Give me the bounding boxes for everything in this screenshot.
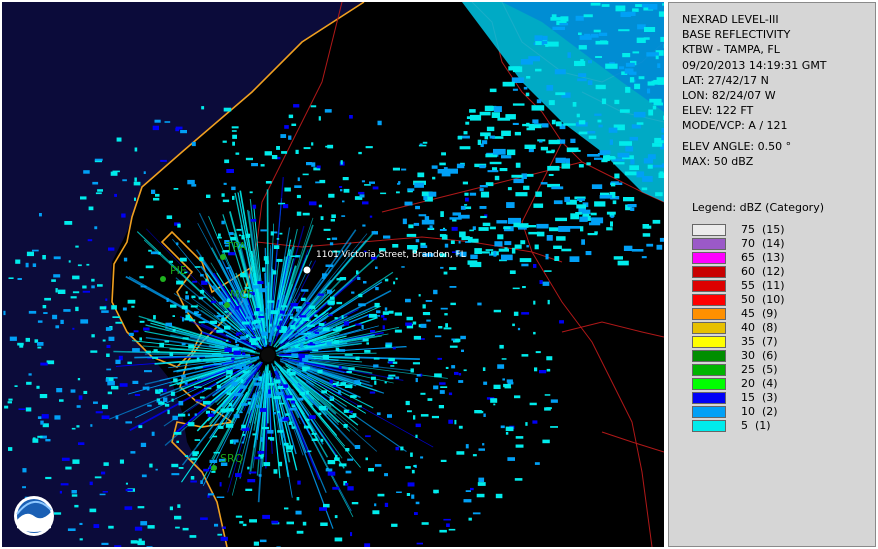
station-dot-srq [211, 465, 217, 471]
info-line-4: LAT: 27/42/17 N [682, 73, 769, 87]
legend-title: Legend: dBZ (Category) [692, 201, 824, 214]
station-dot-mcf [224, 302, 230, 308]
info-panel: Legend: dBZ (Category) 75 (15) 70 (14) 65 … [668, 2, 876, 547]
station-dot-pie [160, 276, 166, 282]
legend-label: 30 (6) [741, 349, 778, 362]
legend-swatch [692, 350, 726, 362]
info-line-5: LON: 82/24/07 W [682, 89, 776, 102]
info-line-1: BASE REFLECTIVITY [682, 28, 791, 42]
legend-label: 20 (4) [741, 377, 778, 390]
legend-label: 35 (7) [741, 335, 778, 348]
legend-label: 55 (11) [741, 279, 785, 292]
legend-swatch [692, 392, 726, 404]
radar-site-marker [261, 348, 275, 362]
legend-label: 40 (8) [741, 321, 778, 334]
info-line-bottom-1: MAX: 50 dBZ [682, 155, 754, 169]
legend-label: 5 (1) [741, 419, 771, 432]
info-line-2: KTBW - TAMPA, FL [682, 43, 780, 57]
legend-swatch [692, 336, 726, 348]
legend-label: 75 (15) [741, 223, 785, 236]
address-label: 1101 Victoria Street, Brandon, FL [316, 250, 466, 260]
legend-swatch [692, 252, 726, 264]
station-label-srq: SRQ [220, 452, 244, 465]
legend-swatch [692, 238, 726, 250]
station-label-mcf: MCF [230, 288, 254, 301]
station-label-pie: PIE [170, 264, 187, 277]
legend-swatch [692, 378, 726, 390]
address-marker[interactable] [302, 265, 312, 275]
legend-swatch [692, 364, 726, 376]
legend-swatch [692, 280, 726, 292]
legend-label: 45 (9) [741, 307, 778, 320]
legend-label: 15 (3) [741, 391, 778, 404]
legend-label: 60 (12) [741, 265, 785, 278]
legend-swatch [692, 266, 726, 278]
legend-swatch [692, 406, 726, 418]
legend-swatch [692, 322, 726, 334]
info-line-0: NEXRAD LEVEL-III [682, 13, 779, 26]
info-line-7: MODE/VCP: A / 121 [682, 119, 788, 133]
radar-map[interactable]: TPA PIE MCF SRQ 1101 Victoria Street, Br… [2, 2, 664, 547]
legend-swatch [692, 308, 726, 320]
radar-map-canvas [2, 2, 664, 547]
legend-swatch [692, 224, 726, 236]
station-dot-tpa [220, 254, 226, 260]
noaa-logo [14, 496, 54, 536]
legend-label: 70 (14) [741, 237, 785, 250]
info-line-bottom-0: ELEV ANGLE: 0.50 ° [682, 140, 792, 153]
radar-viewer: TPA PIE MCF SRQ 1101 Victoria Street, Br… [0, 0, 878, 549]
legend-label: 10 (2) [741, 405, 778, 418]
legend-label: 50 (10) [741, 293, 785, 306]
legend-swatch [692, 420, 726, 432]
info-line-3: 09/20/2013 14:19:31 GMT [682, 58, 827, 72]
station-label-tpa: TPA [226, 240, 247, 253]
legend-label: 25 (5) [741, 363, 778, 376]
legend-swatch [692, 294, 726, 306]
info-line-6: ELEV: 122 FT [682, 104, 754, 118]
legend-label: 65 (13) [741, 251, 785, 264]
